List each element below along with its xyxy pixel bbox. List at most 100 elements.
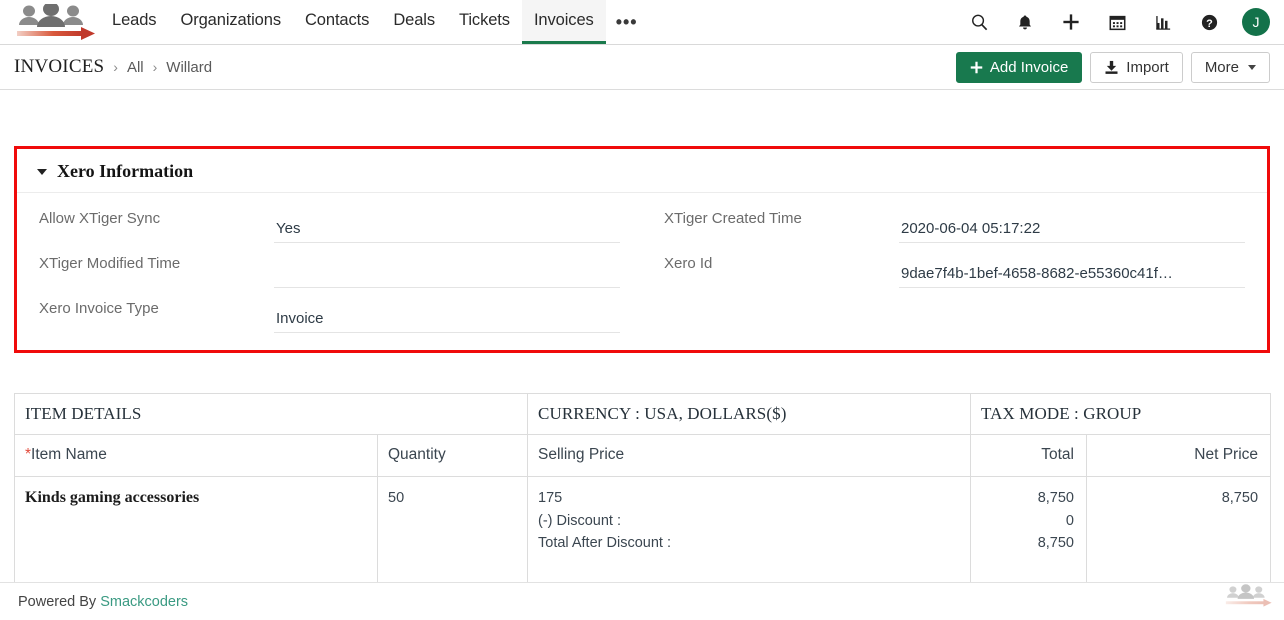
nav-item-deals[interactable]: Deals [381,0,447,44]
analytics-icon[interactable] [1150,9,1176,35]
nav-item-label: Deals [393,11,435,30]
chevron-right-icon: › [153,59,158,75]
field-value-allow-xtiger-sync[interactable]: Yes [274,201,620,243]
nav-item-leads[interactable]: Leads [100,0,168,44]
primary-nav: Leads Organizations Contacts Deals Ticke… [100,0,648,44]
nav-item-invoices[interactable]: Invoices [522,0,606,44]
analytics-icon-glyph [1154,13,1173,32]
add-invoice-label: Add Invoice [990,59,1068,76]
xero-fields: Allow XTiger Sync Yes XTiger Modified Ti… [17,193,1267,350]
cell-selling-price: 175 (-) Discount : Total After Discount … [528,477,971,586]
field-label: Xero Invoice Type [39,291,274,317]
import-label: Import [1126,59,1169,76]
field-row-xtiger-created-time: XTiger Created Time 2020-06-04 05:17:22 [664,201,1245,246]
table-column-header-row: *Item Name Quantity Selling Price Total … [15,435,1271,477]
xero-fields-left-column: Allow XTiger Sync Yes XTiger Modified Ti… [17,201,642,336]
nav-utility-icons: ? J [966,0,1284,44]
column-header-selling-price: Selling Price [528,435,971,477]
xero-panel-header[interactable]: Xero Information [17,149,1267,193]
powered-by-label: Powered By [18,594,96,610]
discount-value: 0 [981,510,1074,533]
nav-item-label: Contacts [305,11,369,30]
table-row: Kinds gaming accessories 50 175 (-) Disc… [15,477,1271,586]
column-header-item-name: *Item Name [15,435,378,477]
breadcrumb-bar: INVOICES › All › Willard Add Invoice Imp… [0,45,1284,90]
bell-icon-glyph [1016,13,1034,32]
plus-icon-glyph [1061,12,1081,32]
nav-item-label: Invoices [534,11,594,30]
nav-item-contacts[interactable]: Contacts [293,0,381,44]
field-value-xtiger-modified-time[interactable] [274,246,620,288]
more-button[interactable]: More [1191,52,1270,83]
column-header-total: Total [971,435,1087,477]
breadcrumb-module[interactable]: INVOICES [14,56,104,78]
field-label: XTiger Created Time [664,201,899,227]
selling-price-value: 175 [538,487,958,510]
bell-icon[interactable] [1012,9,1038,35]
xero-panel-title: Xero Information [57,161,193,182]
nav-item-label: Organizations [180,11,281,30]
plus-icon[interactable] [1058,9,1084,35]
breadcrumb-view[interactable]: All [127,59,144,76]
search-icon[interactable] [966,9,992,35]
people-arrow-logo-watermark [1220,579,1274,613]
add-invoice-button[interactable]: Add Invoice [956,52,1082,83]
help-icon-glyph: ? [1200,13,1219,32]
nav-item-label: Leads [112,11,156,30]
discount-label: (-) Discount : [538,510,958,533]
total-value: 8,750 [981,487,1074,510]
plus-icon [970,61,983,74]
field-value-xero-id[interactable]: 9dae7f4b-1bef-4658-8682-e55360c41f… [899,246,1245,288]
cell-net-price: 8,750 [1087,477,1271,586]
calendar-icon-glyph [1108,13,1127,32]
section-header-currency: CURRENCY : USA, DOLLARS($) [528,394,971,435]
nav-overflow-button[interactable]: ••• [606,0,648,44]
svg-text:?: ? [1206,17,1213,29]
people-arrow-logo [7,4,99,40]
item-name-text: Kinds gaming accessories [25,489,199,506]
page-footer: Powered By Smackcoders [0,582,1284,620]
total-after-discount-value: 8,750 [981,532,1074,555]
record-actions: Add Invoice Import More [956,52,1270,83]
field-row-xero-invoice-type: Xero Invoice Type Invoice [39,291,620,336]
field-row-xtiger-modified-time: XTiger Modified Time [39,246,620,291]
cell-quantity: 50 [378,477,528,586]
total-after-discount-label: Total After Discount : [538,532,958,555]
calendar-icon[interactable] [1104,9,1130,35]
field-label: Allow XTiger Sync [39,201,274,227]
field-row-xero-id: Xero Id 9dae7f4b-1bef-4658-8682-e55360c4… [664,246,1245,291]
chevron-right-icon: › [113,59,118,75]
help-icon[interactable]: ? [1196,9,1222,35]
top-navigation-bar: Leads Organizations Contacts Deals Ticke… [0,0,1284,45]
cell-item-name: Kinds gaming accessories [15,477,378,586]
import-button[interactable]: Import [1090,52,1183,83]
breadcrumb-record: Willard [166,59,212,76]
nav-item-label: Tickets [459,11,510,30]
xero-information-panel: Xero Information Allow XTiger Sync Yes X… [14,146,1270,353]
section-header-tax-mode: TAX MODE : GROUP [971,394,1271,435]
field-label: XTiger Modified Time [39,246,274,272]
main-content: Xero Information Allow XTiger Sync Yes X… [0,146,1284,586]
table-section-header-row: ITEM DETAILS CURRENCY : USA, DOLLARS($) … [15,394,1271,435]
avatar-initial: J [1253,14,1260,30]
collapse-toggle-icon[interactable] [37,169,47,175]
xero-fields-right-column: XTiger Created Time 2020-06-04 05:17:22 … [642,201,1267,336]
search-icon-glyph [970,13,989,32]
section-header-item-details: ITEM DETAILS [15,394,528,435]
field-row-allow-xtiger-sync: Allow XTiger Sync Yes [39,201,620,246]
field-value-xtiger-created-time[interactable]: 2020-06-04 05:17:22 [899,201,1245,243]
import-icon [1104,60,1119,75]
chevron-down-icon [1248,65,1256,70]
app-logo[interactable] [0,0,100,44]
field-label: Xero Id [664,246,899,272]
nav-item-tickets[interactable]: Tickets [447,0,522,44]
user-avatar[interactable]: J [1242,8,1270,36]
field-value-xero-invoice-type[interactable]: Invoice [274,291,620,333]
nav-item-organizations[interactable]: Organizations [168,0,293,44]
item-details-table: ITEM DETAILS CURRENCY : USA, DOLLARS($) … [14,393,1271,586]
more-label: More [1205,59,1239,76]
column-header-item-name-label: Item Name [31,446,107,463]
column-header-quantity: Quantity [378,435,528,477]
smackcoders-link[interactable]: Smackcoders [100,594,188,610]
cell-total: 8,750 0 8,750 [971,477,1087,586]
